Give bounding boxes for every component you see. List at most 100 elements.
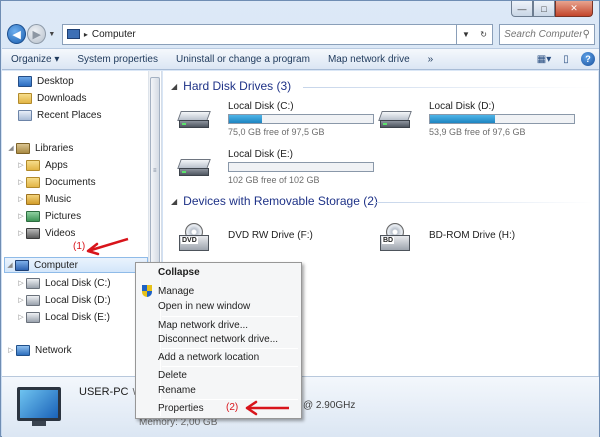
collapse-triangle-icon[interactable]: ◢ xyxy=(5,261,15,269)
address-controls: ▼ ↻ xyxy=(456,23,494,45)
nav-item-label: Documents xyxy=(45,176,96,188)
computer-name: USER-PCW xyxy=(79,386,142,398)
organize-menu[interactable]: Organize ▾ xyxy=(2,54,68,65)
menu-item-rename[interactable]: Rename xyxy=(138,382,299,399)
chevron-right-icon[interactable]: ▸ xyxy=(84,30,88,39)
minimize-button[interactable]: — xyxy=(511,1,533,17)
local-disk-icon xyxy=(26,311,40,323)
search-input[interactable] xyxy=(504,28,583,40)
nav-item-pictures[interactable]: ▷ Pictures xyxy=(16,208,81,224)
hard-disk-icon xyxy=(378,107,412,129)
drive-local-disk-c[interactable]: Local Disk (C:) 75,0 GB free of 97,5 GB xyxy=(177,101,374,141)
menu-item-disconnect-network-drive[interactable]: Disconnect network drive... xyxy=(138,331,299,348)
music-icon xyxy=(26,193,40,205)
nav-item-libraries[interactable]: ◢ Libraries xyxy=(6,140,73,156)
drive-local-disk-d[interactable]: Local Disk (D:) 53,9 GB free of 97,6 GB xyxy=(378,101,575,141)
nav-scrollbar-thumb[interactable]: ≡ xyxy=(150,77,160,267)
expand-triangle-icon[interactable]: ▷ xyxy=(16,161,26,169)
drive-free-space: 102 GB free of 102 GB xyxy=(228,175,320,185)
drive-usage-bar xyxy=(228,162,374,172)
folder-icon xyxy=(26,159,40,171)
nav-item-label: Computer xyxy=(34,259,78,271)
nav-item-downloads[interactable]: Downloads xyxy=(18,90,86,106)
address-dropdown-icon[interactable]: ▼ xyxy=(462,30,470,39)
drive-usage-fill xyxy=(229,115,263,123)
dvd-drive-icon: DVD xyxy=(179,223,209,251)
expand-triangle-icon[interactable]: ▷ xyxy=(16,296,26,304)
forward-button[interactable]: ▶ xyxy=(27,24,47,44)
nav-item-documents[interactable]: ▷ Documents xyxy=(16,174,96,190)
documents-icon xyxy=(26,176,40,188)
menu-item-collapse[interactable]: Collapse xyxy=(138,264,299,281)
menu-item-open-new-window[interactable]: Open in new window xyxy=(138,298,299,315)
desktop-icon xyxy=(18,75,32,87)
nav-item-label: Apps xyxy=(45,159,68,171)
drive-local-disk-e[interactable]: Local Disk (E:) 102 GB free of 102 GB xyxy=(177,149,374,189)
drive-bd-rom[interactable]: BD BD-ROM Drive (H:) xyxy=(380,223,575,263)
map-network-drive-button[interactable]: Map network drive xyxy=(319,54,419,65)
nav-item-desktop[interactable]: Desktop xyxy=(18,73,74,89)
breadcrumb-computer[interactable]: Computer xyxy=(92,29,136,40)
help-button[interactable]: ? xyxy=(577,50,599,68)
collapse-triangle-icon[interactable]: ◢ xyxy=(171,197,177,206)
search-icon[interactable]: ⚲ xyxy=(583,29,590,40)
view-options-icon[interactable]: ▦▾ xyxy=(533,50,555,68)
uninstall-program-button[interactable]: Uninstall or change a program xyxy=(167,54,319,65)
nav-item-music[interactable]: ▷ Music xyxy=(16,191,71,207)
nav-item-label: Local Disk (E:) xyxy=(45,311,111,323)
annotation-arrow-2 xyxy=(245,400,289,416)
drive-usage-bar xyxy=(429,114,575,124)
monitor-stand xyxy=(32,421,46,426)
more-commands-button[interactable]: » xyxy=(419,54,443,65)
maximize-button[interactable]: □ xyxy=(533,1,555,17)
group-header-hard-disks[interactable]: ◢ Hard Disk Drives (3) xyxy=(171,79,291,93)
libraries-icon xyxy=(16,142,30,154)
nav-item-label: Music xyxy=(45,193,72,205)
grip-icon: ≡ xyxy=(153,168,157,174)
nav-item-computer[interactable]: ◢ Computer xyxy=(4,257,148,273)
group-title: Devices with Removable Storage (2) xyxy=(183,194,378,208)
nav-item-recent-places[interactable]: Recent Places xyxy=(18,107,101,123)
drive-name: DVD RW Drive (F:) xyxy=(228,230,313,241)
bd-drive-icon: BD xyxy=(380,223,410,251)
preview-pane-icon[interactable]: ▯ xyxy=(555,50,577,68)
expand-triangle-icon[interactable]: ▷ xyxy=(16,313,26,321)
toolbar-right: ▦▾ ▯ ? xyxy=(533,50,599,68)
system-properties-button[interactable]: System properties xyxy=(68,54,167,65)
collapse-triangle-icon[interactable]: ◢ xyxy=(6,144,16,152)
nav-item-local-disk-c[interactable]: ▷ Local Disk (C:) xyxy=(16,275,111,291)
drive-dvd-rw[interactable]: DVD DVD RW Drive (F:) xyxy=(179,223,374,263)
annotation-label-2: (2) xyxy=(226,402,239,413)
command-bar: Organize ▾ System properties Uninstall o… xyxy=(2,48,599,70)
network-icon xyxy=(16,344,30,356)
nav-item-local-disk-d[interactable]: ▷ Local Disk (D:) xyxy=(16,292,111,308)
drive-free-space: 75,0 GB free of 97,5 GB xyxy=(228,127,325,137)
nav-item-label: Pictures xyxy=(45,210,82,222)
menu-item-add-network-location[interactable]: Add a network location xyxy=(138,349,299,366)
back-button[interactable]: ◀ xyxy=(7,24,27,44)
expand-triangle-icon[interactable]: ▷ xyxy=(16,195,26,203)
local-disk-icon xyxy=(26,294,40,306)
group-title: Hard Disk Drives (3) xyxy=(183,79,292,93)
expand-triangle-icon[interactable]: ▷ xyxy=(16,279,26,287)
expand-triangle-icon[interactable]: ▷ xyxy=(16,212,26,220)
search-box[interactable]: ⚲ xyxy=(499,23,595,45)
help-icon: ? xyxy=(581,52,595,66)
expand-triangle-icon[interactable]: ▷ xyxy=(6,346,16,354)
recent-pages-dropdown[interactable]: ▼ xyxy=(48,31,58,38)
refresh-icon[interactable]: ↻ xyxy=(480,30,487,39)
nav-item-network[interactable]: ▷ Network xyxy=(6,342,72,358)
nav-item-apps[interactable]: ▷ Apps xyxy=(16,157,68,173)
collapse-triangle-icon[interactable]: ◢ xyxy=(171,82,177,91)
expand-triangle-icon[interactable]: ▷ xyxy=(16,178,26,186)
nav-item-videos[interactable]: ▷ Videos xyxy=(16,225,75,241)
nav-item-local-disk-e[interactable]: ▷ Local Disk (E:) xyxy=(16,309,110,325)
address-bar[interactable]: ▸ Computer xyxy=(61,23,457,45)
annotation-arrow-1 xyxy=(86,237,129,256)
local-disk-icon xyxy=(26,277,40,289)
group-header-removable[interactable]: ◢ Devices with Removable Storage (2) xyxy=(171,194,378,208)
nav-item-label: Desktop xyxy=(37,75,74,87)
expand-triangle-icon[interactable]: ▷ xyxy=(16,229,26,237)
close-button[interactable]: ✕ xyxy=(555,1,593,17)
address-row: ◀ ▶ ▼ ▸ Computer ▼ ↻ ⚲ xyxy=(7,22,595,46)
